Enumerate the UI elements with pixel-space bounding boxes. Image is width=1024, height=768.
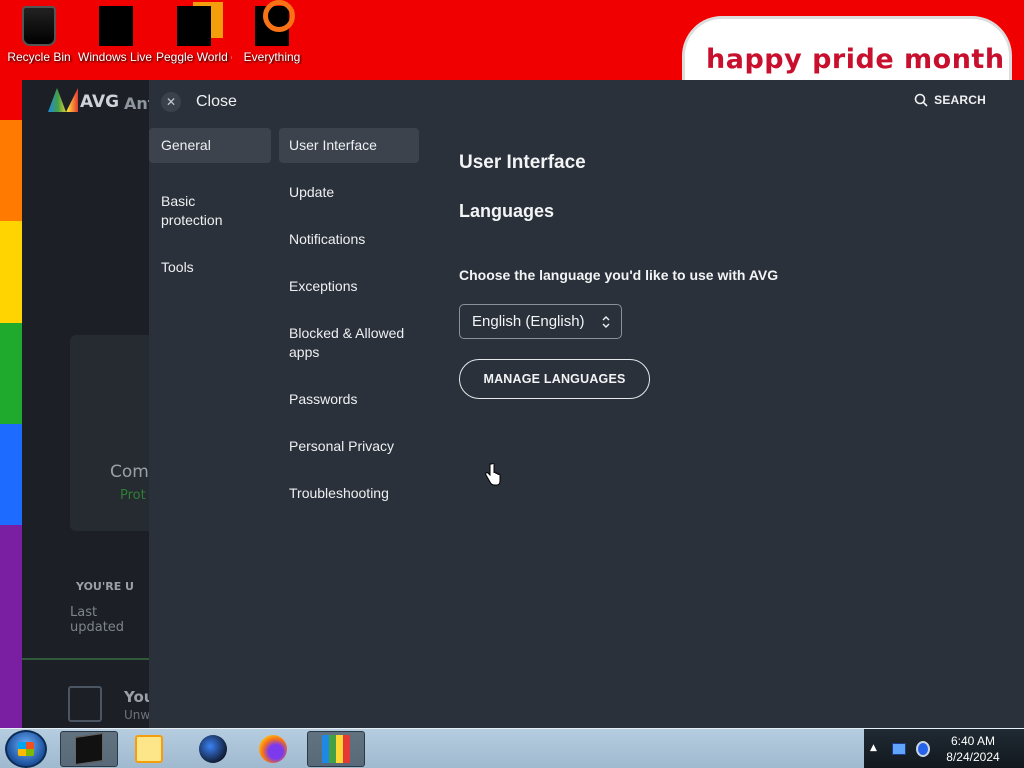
subcategory-passwords[interactable]: Passwords	[279, 382, 419, 417]
status-card	[70, 335, 160, 531]
subcategory-exceptions[interactable]: Exceptions	[279, 269, 419, 304]
terminal-icon	[75, 733, 103, 765]
subcategory-personal-privacy[interactable]: Personal Privacy	[279, 429, 419, 464]
subcategory-blocked-allowed-apps[interactable]: Blocked & Allowed apps	[279, 316, 419, 370]
desktop-icon-label: Everything	[243, 50, 301, 64]
close-button[interactable]: ✕ Close	[161, 90, 237, 114]
media-player-icon	[135, 735, 163, 763]
avg-logo-icon	[48, 88, 78, 112]
recycle-bin-icon	[22, 6, 56, 46]
subsection-title: Languages	[459, 201, 555, 221]
taskbar: ▲ 6:40 AM 8/24/2024	[0, 728, 1024, 768]
show-hidden-icons-button[interactable]: ▲	[870, 743, 877, 753]
taskbar-app-firefox[interactable]	[244, 731, 302, 767]
everything-icon	[255, 0, 295, 46]
network-icon[interactable]	[892, 743, 906, 755]
update-status: YOU'RE U	[76, 580, 134, 593]
taskbar-app-terminal[interactable]	[60, 731, 118, 767]
system-tray: ▲ 6:40 AM 8/24/2024	[864, 729, 1024, 768]
clock-time: 6:40 AM	[950, 734, 996, 748]
gift-icon	[68, 686, 102, 722]
rainbow-stripe	[0, 120, 22, 728]
start-button[interactable]	[5, 730, 47, 768]
subcategory-notifications[interactable]: Notifications	[279, 222, 419, 257]
desktop-icon-label: Windows Live Mail	[78, 50, 154, 64]
desktop-icon-peggle[interactable]: Peggle World of Warcraft	[156, 6, 232, 64]
desktop-icon-label: Peggle World of Warcraft	[156, 50, 232, 64]
taskbar-app-avg[interactable]	[307, 731, 365, 767]
subcategory-user-interface[interactable]: User Interface	[279, 128, 419, 163]
subcategory-update[interactable]: Update	[279, 175, 419, 210]
language-prompt: Choose the language you'd like to use wi…	[459, 267, 779, 283]
category-tools[interactable]: Tools	[149, 250, 271, 285]
avg-logo-text: AVG	[80, 92, 120, 112]
taskbar-app-media-player[interactable]	[120, 731, 178, 767]
hand-cursor-icon	[485, 463, 501, 486]
clock[interactable]: 6:40 AM 8/24/2024	[940, 733, 1006, 765]
avg-icon	[322, 735, 350, 763]
firefox-icon	[259, 735, 287, 763]
promo-subtitle: Unw	[124, 708, 151, 722]
section-title: User Interface	[459, 152, 586, 173]
close-icon: ✕	[161, 92, 181, 112]
chevron-up-down-icon	[602, 315, 610, 328]
category-general[interactable]: General	[149, 128, 271, 163]
globe-icon	[199, 735, 227, 763]
desktop-icon-windows-live-mail[interactable]: Windows Live Mail	[78, 6, 154, 64]
taskbar-app-browser[interactable]	[184, 731, 242, 767]
divider	[22, 658, 152, 660]
close-label: Close	[196, 93, 237, 110]
search-icon	[914, 93, 928, 107]
category-basic-protection[interactable]: Basic protection	[149, 184, 271, 238]
language-select[interactable]: English (English)	[459, 304, 622, 339]
pride-text: happy pride month	[706, 44, 1005, 75]
subcategory-troubleshooting[interactable]: Troubleshooting	[279, 476, 419, 511]
manage-languages-button[interactable]: MANAGE LANGUAGES	[459, 359, 650, 399]
search-button[interactable]: SEARCH	[914, 93, 986, 107]
desktop-icon-recycle-bin[interactable]: Recycle Bin	[1, 6, 77, 64]
bluetooth-icon[interactable]	[916, 741, 930, 757]
search-label: SEARCH	[934, 93, 986, 107]
settings-panel: ✕ Close SEARCH General Basic protection …	[149, 80, 1024, 728]
clock-date: 8/24/2024	[946, 750, 1000, 764]
desktop-icon-label: Recycle Bin	[7, 50, 71, 64]
peggle-icon	[177, 6, 211, 46]
language-select-value: English (English)	[472, 313, 585, 330]
avg-main-window: AVG Ant Com Prot YOU'RE U Last updated Y…	[22, 80, 160, 728]
desktop-icon-everything[interactable]: Everything	[234, 0, 310, 64]
status-text: Com	[110, 462, 149, 482]
status-subtext: Prot	[120, 488, 146, 503]
last-updated-text: Last updated	[70, 605, 125, 635]
app-icon	[99, 6, 133, 46]
